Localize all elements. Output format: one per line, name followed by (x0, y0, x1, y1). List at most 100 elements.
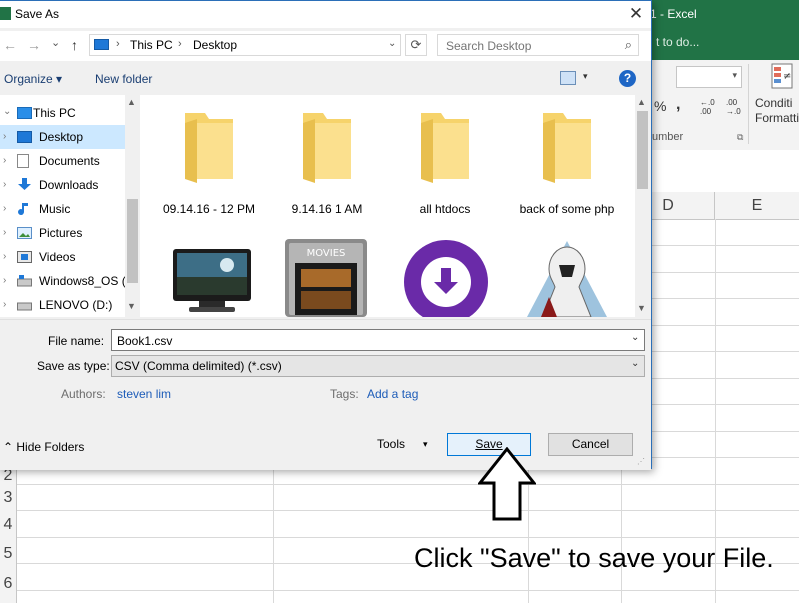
monitor-image-icon[interactable] (169, 243, 255, 317)
downloads-icon (18, 178, 31, 190)
tree-item-pictures[interactable]: › Pictures (0, 221, 125, 245)
chevron-down-icon[interactable]: ⌄ (631, 358, 639, 369)
videos-icon (17, 251, 32, 263)
file-item-label: all htdocs (419, 202, 471, 216)
file-item-folder-1[interactable]: 09.14.16 - 12 PM (159, 109, 259, 216)
chevron-right-icon[interactable]: › (3, 245, 6, 269)
resize-grip-icon[interactable]: ⋰ (637, 457, 645, 466)
chevron-down-icon[interactable]: ⌄ (388, 38, 396, 49)
number-group-launcher-icon[interactable]: ⧉ (737, 132, 743, 143)
tree-item-this-pc[interactable]: ⌄ This PC (0, 101, 125, 125)
folder-icon (303, 113, 351, 183)
chevron-right-icon[interactable]: › (3, 173, 6, 197)
tree-item-windows-drive[interactable]: › Windows8_OS (C (0, 269, 125, 293)
help-icon[interactable]: ? (619, 70, 636, 87)
conditional-formatting-label[interactable]: Conditi Formattin (755, 96, 799, 126)
organize-button[interactable]: Organize ▾ (4, 72, 62, 86)
increase-decimal-button[interactable]: ←.0 .00 (700, 98, 715, 116)
tell-me-box[interactable]: t to do... (656, 35, 699, 49)
breadcrumb-this-pc[interactable]: This PC (130, 38, 173, 52)
tree-item-music[interactable]: › Music (0, 197, 125, 221)
breadcrumb-separator[interactable]: › (116, 38, 120, 50)
search-box[interactable]: ⌕ (437, 34, 639, 56)
dialog-title: Save As (15, 7, 60, 21)
add-tag-link[interactable]: Add a tag (367, 387, 418, 401)
dialog-title-bar[interactable]: Save As ✕ (0, 1, 651, 28)
up-arrow-callout-icon (478, 447, 536, 521)
up-arrow-icon[interactable]: ↑ (71, 37, 78, 53)
comma-style-button[interactable]: , (676, 96, 680, 114)
chevron-right-icon[interactable]: › (3, 293, 6, 317)
search-input[interactable] (444, 37, 618, 55)
assassin-image-icon[interactable] (519, 237, 615, 317)
file-item-folder-4[interactable]: back of some php (517, 109, 617, 216)
tree-item-videos[interactable]: › Videos (0, 245, 125, 269)
pictures-icon (17, 227, 32, 239)
chevron-right-icon[interactable]: › (3, 221, 6, 245)
percent-style-button[interactable]: % (654, 98, 666, 114)
column-header-e[interactable]: E (715, 192, 799, 219)
search-icon[interactable]: ⌕ (625, 37, 632, 53)
chevron-right-icon[interactable]: › (3, 149, 6, 173)
breadcrumb-separator[interactable]: › (178, 38, 182, 50)
back-arrow-icon[interactable]: ← (3, 37, 17, 53)
row-header-5[interactable]: 5 (0, 545, 16, 563)
file-item-label: back of some php (519, 202, 615, 216)
download-circle-icon[interactable] (403, 239, 489, 317)
gridline (0, 590, 799, 591)
chevron-right-icon[interactable]: › (3, 197, 6, 221)
nav-pane-scroll-thumb[interactable] (127, 199, 138, 283)
file-item-folder-2[interactable]: 9.14.16 1 AM (277, 109, 377, 216)
authors-value[interactable]: steven lim (117, 387, 171, 401)
chevron-right-icon[interactable]: › (3, 269, 6, 293)
breadcrumb-desktop[interactable]: Desktop (193, 38, 237, 52)
file-item-label: 09.14.16 - 12 PM (162, 202, 256, 216)
row-header-3[interactable]: 3 (0, 489, 16, 507)
close-icon[interactable]: ✕ (625, 3, 647, 25)
row-header-4[interactable]: 4 (0, 516, 16, 534)
row-header-6[interactable]: 6 (0, 575, 16, 593)
scroll-up-icon[interactable]: ▲ (637, 97, 646, 107)
scroll-down-icon[interactable]: ▼ (127, 301, 136, 311)
save-as-type-select[interactable]: CSV (Comma delimited) (*.csv) (111, 355, 645, 377)
cancel-button[interactable]: Cancel (548, 433, 633, 456)
hide-folders-button[interactable]: ⌃ Hide Folders (3, 440, 84, 454)
tree-item-label: Windows8_OS (C (39, 274, 125, 288)
tree-item-label: This PC (33, 106, 76, 120)
tree-item-label: Videos (39, 250, 76, 264)
new-folder-button[interactable]: New folder (95, 72, 152, 86)
chevron-down-icon: ▾ (732, 70, 737, 80)
decrease-decimal-button[interactable]: .00 →.0 (726, 98, 741, 116)
tree-item-lenovo-drive[interactable]: › LENOVO (D:) (0, 293, 125, 317)
recent-locations-icon[interactable]: ⌄ (51, 36, 60, 49)
chevron-down-icon[interactable]: ⌄ (631, 332, 639, 343)
conditional-formatting-icon[interactable]: ≠ (770, 62, 794, 90)
forward-arrow-icon[interactable]: → (27, 37, 41, 53)
drive-icon (17, 302, 32, 311)
scroll-down-icon[interactable]: ▼ (637, 303, 646, 313)
number-format-dropdown[interactable]: ▾ (676, 66, 742, 88)
tree-item-label: LENOVO (D:) (39, 298, 113, 312)
excel-window-title: 1 - Excel (650, 7, 697, 21)
tree-item-label: Documents (39, 154, 100, 168)
tools-dropdown-icon[interactable]: ▾ (423, 439, 428, 450)
scroll-up-icon[interactable]: ▲ (127, 97, 136, 107)
chevron-right-icon[interactable]: › (3, 125, 6, 149)
file-item-folder-3[interactable]: all htdocs (395, 109, 495, 216)
movies-image-icon[interactable]: MOVIES (283, 237, 369, 317)
change-view-icon[interactable] (560, 71, 576, 85)
chevron-down-icon[interactable]: ⌄ (3, 101, 11, 124)
address-bar[interactable]: › This PC › Desktop ⌄ (89, 34, 401, 56)
view-dropdown-icon[interactable]: ▾ (583, 71, 588, 82)
refresh-icon[interactable]: ⟳ (405, 34, 427, 56)
authors-label: Authors: (61, 387, 106, 401)
file-pane-scroll-thumb[interactable] (637, 111, 648, 189)
file-name-field[interactable] (111, 329, 645, 351)
dialog-toolbar: Organize ▾ New folder ▾ (0, 65, 651, 93)
tools-button[interactable]: Tools (377, 437, 405, 451)
tree-item-desktop[interactable]: › Desktop (0, 125, 125, 149)
tree-item-downloads[interactable]: › Downloads (0, 173, 125, 197)
file-name-input[interactable] (115, 332, 619, 350)
navigation-pane: ⌄ This PC › Desktop › Documents › Downlo… (0, 95, 141, 317)
tree-item-documents[interactable]: › Documents (0, 149, 125, 173)
